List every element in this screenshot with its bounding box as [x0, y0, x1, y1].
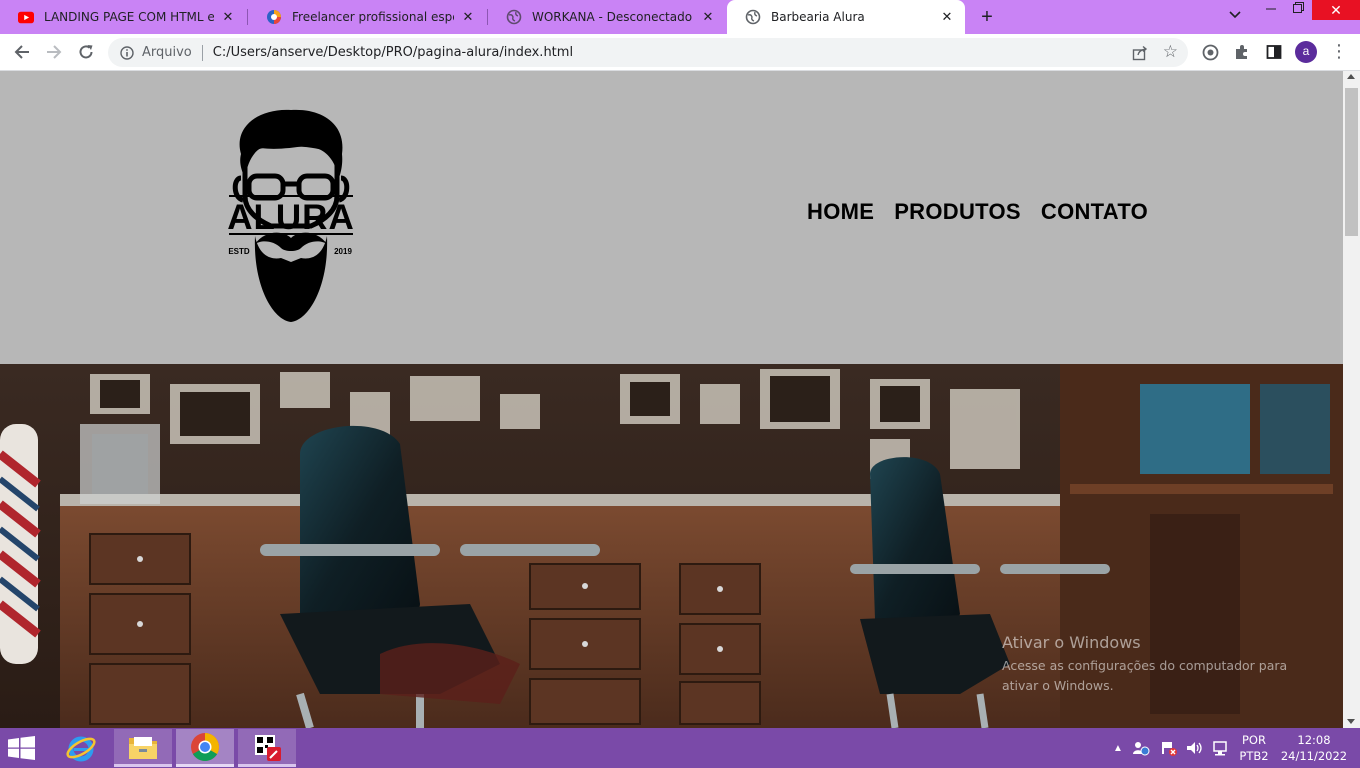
bookmark-star-icon[interactable]: ☆ — [1163, 43, 1178, 61]
tab-title: LANDING PAGE COM HTML e CSS — [44, 10, 214, 24]
page-viewport: ALURA ESTD 2019 HOME PRODUTOS CONTATO — [0, 71, 1343, 728]
logo-estd-text: ESTD — [228, 247, 250, 256]
clock[interactable]: 12:08 24/11/2022 — [1280, 732, 1348, 764]
tab-barbearia-alura[interactable]: Barbearia Alura ✕ — [727, 0, 965, 34]
watermark-text: Acesse as configurações do computador pa… — [1002, 658, 1288, 693]
scroll-down-arrow-icon[interactable] — [1347, 719, 1355, 724]
people-sync-icon[interactable] — [1132, 740, 1150, 756]
clock-date: 24/11/2022 — [1280, 749, 1348, 763]
minimize-button[interactable] — [1256, 0, 1286, 20]
close-icon[interactable]: ✕ — [939, 9, 955, 25]
browser-toolbar: Arquivo C:/Users/anserve/Desktop/PRO/pag… — [0, 34, 1360, 71]
chrome-icon[interactable] — [176, 729, 234, 767]
file-explorer-icon[interactable] — [114, 729, 172, 767]
globe-icon — [506, 9, 522, 25]
keyboard-layout: PTB2 — [1239, 749, 1269, 763]
close-icon[interactable]: ✕ — [700, 9, 716, 25]
scroll-thumb[interactable] — [1345, 88, 1358, 236]
page-scrollbar[interactable] — [1343, 71, 1360, 728]
tab-title: Barbearia Alura — [771, 10, 865, 24]
tab-strip: LANDING PAGE COM HTML e CSS ✕ Freelancer… — [0, 0, 1360, 34]
volume-icon[interactable] — [1186, 740, 1204, 756]
reload-icon — [79, 45, 93, 59]
close-icon[interactable]: ✕ — [460, 9, 476, 25]
network-warning-icon[interactable] — [1160, 740, 1178, 756]
back-arrow-icon — [14, 45, 29, 59]
side-panel-icon[interactable] — [1264, 42, 1284, 62]
tab-landing-page[interactable]: LANDING PAGE COM HTML e CSS ✕ — [0, 0, 246, 34]
scroll-up-arrow-icon[interactable] — [1347, 74, 1355, 79]
globe-icon — [745, 9, 761, 25]
display-network-icon[interactable] — [1212, 740, 1230, 756]
forward-arrow-icon — [47, 45, 62, 59]
logo-year-text: 2019 — [334, 247, 352, 256]
info-icon[interactable] — [120, 45, 134, 60]
nav-link-contato[interactable]: CONTATO — [1041, 199, 1148, 225]
reload-button[interactable] — [74, 40, 98, 64]
language-code: POR — [1242, 733, 1266, 747]
logo-brand-text: ALURA — [227, 198, 354, 237]
back-button[interactable] — [10, 40, 34, 64]
close-icon[interactable]: ✕ — [220, 9, 236, 25]
site-header: ALURA ESTD 2019 HOME PRODUTOS CONTATO — [0, 71, 1343, 364]
clock-time: 12:08 — [1297, 733, 1331, 747]
address-url[interactable]: C:/Users/anserve/Desktop/PRO/pagina-alur… — [213, 45, 573, 60]
tab-title: WORKANA - Desconectado — [532, 10, 693, 24]
site-nav: HOME PRODUTOS CONTATO — [807, 199, 1148, 225]
restore-button[interactable] — [1283, 0, 1313, 20]
forward-button[interactable] — [42, 40, 66, 64]
close-window-button[interactable]: ✕ — [1312, 0, 1360, 20]
address-divider — [201, 44, 203, 61]
share-icon[interactable] — [1132, 45, 1148, 61]
profile-avatar[interactable]: a — [1295, 41, 1317, 63]
address-scheme: Arquivo — [142, 45, 192, 60]
system-tray: ▲ — [1112, 728, 1230, 768]
extensions-puzzle-icon[interactable] — [1232, 42, 1252, 62]
tab-freelancer[interactable]: Freelancer profissional especialista ✕ — [248, 0, 486, 34]
watermark-title: Ativar o Windows — [1002, 633, 1141, 652]
nav-link-home[interactable]: HOME — [807, 199, 874, 225]
browser-menu-icon[interactable]: ⋮ — [1330, 42, 1348, 62]
new-tab-button[interactable]: + — [976, 6, 998, 28]
show-hidden-icons-chevron-icon[interactable]: ▲ — [1112, 743, 1124, 754]
internet-explorer-icon[interactable] — [52, 729, 110, 767]
address-bar[interactable]: Arquivo C:/Users/anserve/Desktop/PRO/pag… — [108, 38, 1188, 67]
qr-scanner-app-icon[interactable] — [238, 729, 296, 767]
workana-icon — [266, 9, 282, 25]
nav-link-produtos[interactable]: PRODUTOS — [894, 199, 1021, 225]
tab-title: Freelancer profissional especialista — [292, 10, 454, 24]
input-language[interactable]: POR PTB2 — [1236, 732, 1272, 764]
windows-taskbar: ▲ POR PTB2 12:08 24/11/2022 — [0, 728, 1360, 768]
tab-search-chevron-icon[interactable] — [1226, 8, 1244, 26]
extension-globe-icon[interactable] — [1200, 42, 1220, 62]
windows-activation-watermark: Ativar o Windows Acesse as configurações… — [1002, 633, 1312, 696]
alura-barber-logo: ALURA ESTD 2019 — [227, 109, 354, 322]
tab-workana[interactable]: WORKANA - Desconectado ✕ — [488, 0, 726, 34]
youtube-icon — [18, 9, 34, 25]
windows-start-icon[interactable] — [8, 736, 38, 760]
